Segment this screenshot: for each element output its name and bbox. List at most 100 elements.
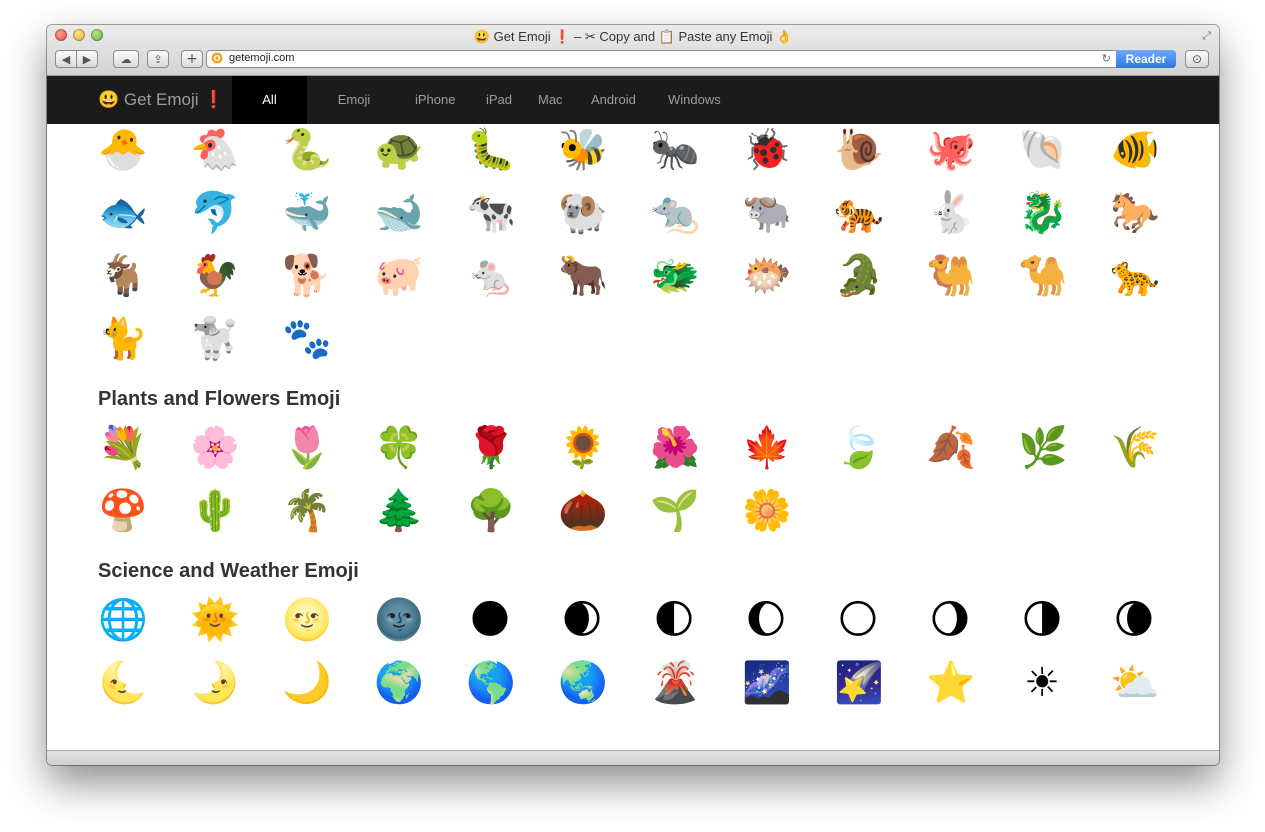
emoji-item[interactable]: 🌑 bbox=[466, 596, 514, 644]
emoji-item[interactable]: 🌓 bbox=[650, 596, 698, 644]
emoji-item[interactable]: 🐣 bbox=[98, 126, 148, 174]
emoji-item[interactable]: 🐏 bbox=[558, 189, 608, 237]
url-text[interactable]: getemoji.com bbox=[229, 52, 294, 64]
emoji-item[interactable]: 🌔 bbox=[742, 596, 790, 644]
emoji-item[interactable]: 🍁 bbox=[742, 424, 792, 472]
emoji-item[interactable]: 🌖 bbox=[926, 596, 974, 644]
reader-button[interactable]: Reader bbox=[1116, 50, 1176, 68]
new-tab-button[interactable]: + bbox=[181, 50, 203, 68]
emoji-item[interactable]: 🐌 bbox=[834, 126, 884, 174]
site-brand[interactable]: 😃 Get Emoji ❗ bbox=[98, 90, 224, 110]
emoji-item[interactable]: 🐅 bbox=[834, 189, 884, 237]
emoji-item[interactable]: 🐉 bbox=[1018, 189, 1068, 237]
emoji-item[interactable]: 🌗 bbox=[1018, 596, 1066, 644]
address-bar[interactable]: getemoji.com ↻ Reader bbox=[206, 50, 1176, 68]
emoji-item[interactable]: 🐎 bbox=[1110, 189, 1160, 237]
emoji-item[interactable]: 🐢 bbox=[374, 126, 424, 174]
emoji-item[interactable]: 🐋 bbox=[374, 189, 424, 237]
nav-item-iphone[interactable]: iPhone bbox=[401, 76, 467, 124]
emoji-item[interactable]: 🐜 bbox=[650, 126, 700, 174]
emoji-item[interactable]: 🌺 bbox=[650, 424, 700, 472]
emoji-item[interactable]: 🐙 bbox=[926, 126, 976, 174]
emoji-item[interactable]: 🌱 bbox=[650, 487, 700, 535]
emoji-item[interactable]: 🌲 bbox=[374, 487, 424, 535]
emoji-item[interactable]: 🐓 bbox=[190, 252, 240, 300]
emoji-item[interactable]: 🐲 bbox=[650, 252, 700, 300]
emoji-item[interactable]: 🐔 bbox=[190, 126, 240, 174]
emoji-item[interactable]: 🌒 bbox=[558, 596, 606, 644]
emoji-item[interactable]: 🌸 bbox=[190, 424, 240, 472]
emoji-item[interactable]: 🌠 bbox=[834, 659, 884, 707]
emoji-item[interactable]: 🐚 bbox=[1018, 126, 1068, 174]
nav-item-emoji-blog[interactable]: Emoji Blog bbox=[309, 76, 399, 155]
reload-icon[interactable]: ↻ bbox=[1102, 52, 1111, 65]
emoji-item[interactable]: 🐛 bbox=[466, 126, 516, 174]
emoji-item[interactable]: 🐞 bbox=[742, 126, 792, 174]
emoji-item[interactable]: 🐈 bbox=[98, 315, 148, 363]
emoji-item[interactable]: 🍀 bbox=[374, 424, 424, 472]
emoji-item[interactable]: 🌚 bbox=[374, 596, 424, 644]
emoji-item[interactable]: 🌎 bbox=[466, 659, 516, 707]
emoji-item[interactable]: 🌰 bbox=[558, 487, 608, 535]
emoji-item[interactable]: 🐖 bbox=[374, 252, 424, 300]
emoji-item[interactable]: 🐾 bbox=[282, 315, 332, 363]
emoji-item[interactable]: 🌙 bbox=[282, 659, 332, 707]
nav-item-mac[interactable]: Mac bbox=[524, 76, 572, 124]
emoji-item[interactable]: 🐍 bbox=[282, 126, 332, 174]
emoji-item[interactable]: 🐁 bbox=[466, 252, 516, 300]
emoji-item[interactable]: 🐂 bbox=[558, 252, 608, 300]
emoji-item[interactable]: 🌿 bbox=[1018, 424, 1068, 472]
emoji-item[interactable]: 🍄 bbox=[98, 487, 148, 535]
emoji-item[interactable]: ☀ bbox=[1018, 659, 1066, 707]
emoji-item[interactable]: 🐟 bbox=[98, 189, 148, 237]
emoji-item[interactable]: 🐀 bbox=[650, 189, 700, 237]
emoji-item[interactable]: ⭐ bbox=[926, 659, 976, 707]
emoji-item[interactable]: 🐝 bbox=[558, 126, 608, 174]
emoji-item[interactable]: 🍃 bbox=[834, 424, 884, 472]
emoji-item[interactable]: 🐆 bbox=[1110, 252, 1160, 300]
emoji-item[interactable]: 🌝 bbox=[282, 596, 332, 644]
emoji-item[interactable]: 🌘 bbox=[1110, 596, 1158, 644]
downloads-button[interactable]: ⊙ bbox=[1185, 50, 1209, 68]
emoji-item[interactable]: 🌳 bbox=[466, 487, 516, 535]
emoji-item[interactable]: 🐐 bbox=[98, 252, 148, 300]
emoji-item[interactable]: 🐪 bbox=[1018, 252, 1068, 300]
emoji-item[interactable]: 🌋 bbox=[650, 659, 700, 707]
forward-button[interactable]: ▶ bbox=[76, 50, 98, 68]
emoji-item[interactable]: 🍂 bbox=[926, 424, 976, 472]
emoji-item[interactable]: 🐠 bbox=[1110, 126, 1160, 174]
emoji-item[interactable]: 🌵 bbox=[190, 487, 240, 535]
emoji-item[interactable]: 🐩 bbox=[190, 315, 240, 363]
emoji-item[interactable]: 🐄 bbox=[466, 189, 516, 237]
emoji-item[interactable]: 🌏 bbox=[558, 659, 608, 707]
nav-item-all-emoji[interactable]: All Emoji bbox=[232, 76, 307, 155]
emoji-item[interactable]: 🌼 bbox=[742, 487, 792, 535]
emoji-item[interactable]: 💐 bbox=[98, 424, 148, 472]
nav-item-windows[interactable]: Windows bbox=[654, 76, 732, 124]
nav-item-android[interactable]: Android bbox=[577, 76, 647, 124]
emoji-item[interactable]: ⛅ bbox=[1110, 659, 1160, 707]
emoji-item[interactable]: 🌌 bbox=[742, 659, 792, 707]
emoji-item[interactable]: 🐳 bbox=[282, 189, 332, 237]
emoji-item[interactable]: 🌹 bbox=[466, 424, 516, 472]
emoji-item[interactable]: 🐇 bbox=[926, 189, 976, 237]
emoji-item[interactable]: 🐊 bbox=[834, 252, 884, 300]
emoji-item[interactable]: 🌐 bbox=[98, 596, 148, 644]
emoji-item[interactable]: 🌕 bbox=[834, 596, 882, 644]
emoji-item[interactable]: 🐕 bbox=[282, 252, 332, 300]
nav-item-ipad[interactable]: iPad bbox=[472, 76, 518, 124]
emoji-item[interactable]: 🌻 bbox=[558, 424, 608, 472]
emoji-item[interactable]: 🌜 bbox=[98, 659, 148, 707]
emoji-item[interactable]: 🐬 bbox=[190, 189, 240, 237]
emoji-item[interactable]: 🌍 bbox=[374, 659, 424, 707]
share-button[interactable]: ⇪ bbox=[147, 50, 169, 68]
emoji-item[interactable]: 🐫 bbox=[926, 252, 976, 300]
emoji-item[interactable]: 🐃 bbox=[742, 189, 792, 237]
icloud-tabs-button[interactable]: ☁ bbox=[113, 50, 139, 68]
emoji-item[interactable]: 🐡 bbox=[742, 252, 792, 300]
emoji-item[interactable]: 🌷 bbox=[282, 424, 332, 472]
emoji-item[interactable]: 🌴 bbox=[282, 487, 332, 535]
emoji-item[interactable]: 🌛 bbox=[190, 659, 240, 707]
emoji-item[interactable]: 🌞 bbox=[190, 596, 240, 644]
emoji-item[interactable]: 🌾 bbox=[1110, 424, 1160, 472]
